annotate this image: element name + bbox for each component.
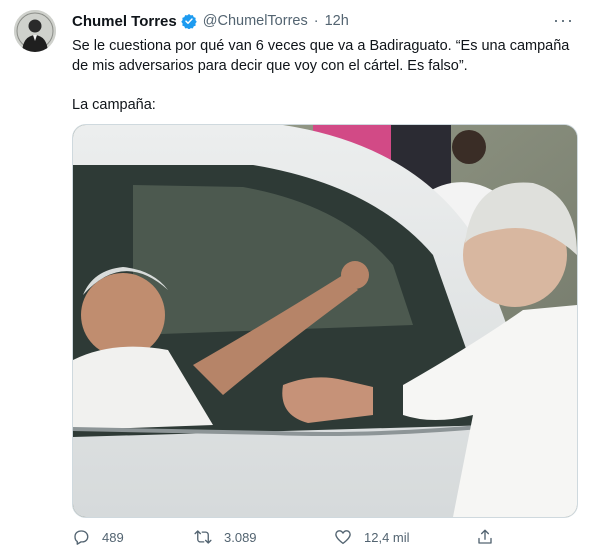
reply-button[interactable]: 489 [72, 528, 124, 546]
heart-icon [335, 530, 351, 545]
retweet-icon [194, 530, 212, 544]
more-options-icon[interactable]: ··· [553, 10, 574, 31]
retweet-button[interactable]: 3.089 [194, 528, 257, 546]
header-separator: · [313, 13, 319, 29]
tweet-card: Chumel Torres @ChumelTorres · 12h ··· Se… [0, 0, 594, 560]
like-count: 12,4 mil [364, 529, 410, 545]
share-icon [478, 529, 492, 544]
author-avatar[interactable] [14, 10, 56, 52]
like-button[interactable]: 12,4 mil [334, 528, 410, 546]
author-handle[interactable]: @ChumelTorres [203, 13, 308, 29]
tweet-text-paragraph: Se le cuestiona por qué van 6 veces que … [72, 38, 570, 74]
share-button[interactable] [476, 528, 494, 546]
retweet-count: 3.089 [224, 529, 257, 545]
tweet-media-photo[interactable] [72, 124, 578, 518]
tweet-timestamp[interactable]: 12h [325, 13, 349, 29]
media-image [73, 125, 577, 517]
reply-count: 489 [102, 529, 124, 545]
tweet-actions: 489 3.089 12,4 mil [72, 528, 512, 550]
tweet-header: Chumel Torres @ChumelTorres · 12h ··· [72, 10, 574, 32]
reply-icon [74, 530, 89, 545]
verified-badge-icon [181, 13, 197, 30]
author-name[interactable]: Chumel Torres [72, 13, 177, 30]
tweet-text: Se le cuestiona por qué van 6 veces que … [72, 36, 572, 115]
tweet-text-paragraph: La campaña: [72, 97, 156, 113]
